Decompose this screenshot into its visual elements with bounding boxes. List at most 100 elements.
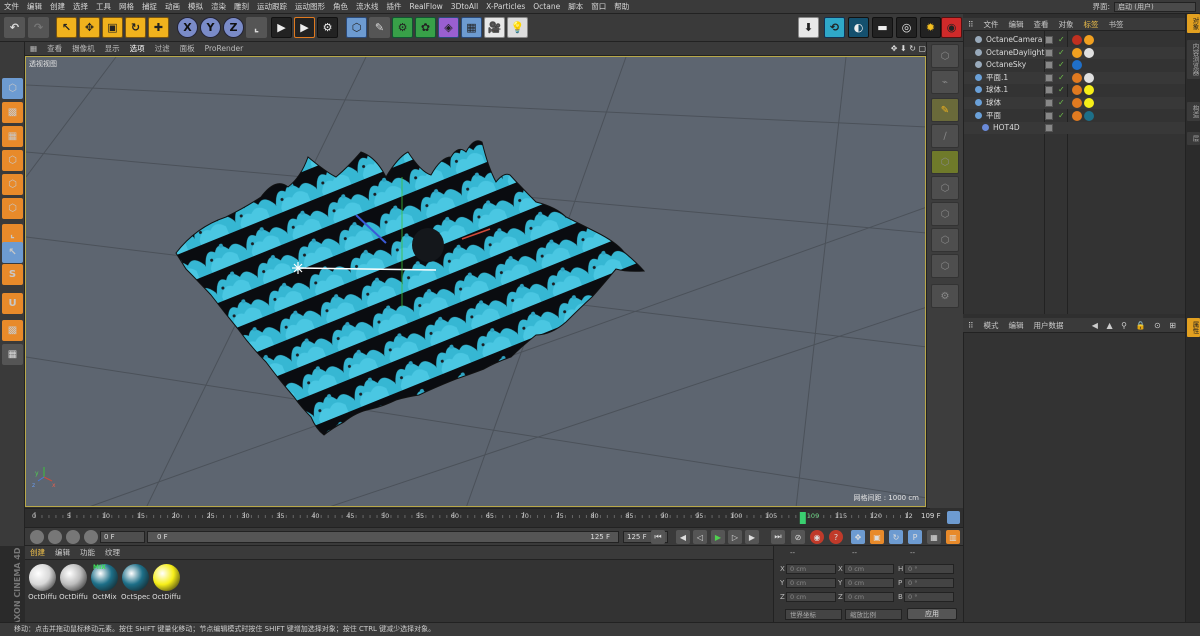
coord-value-field[interactable]: 0 ° [904,592,954,602]
menu-item[interactable]: 雕刻 [230,1,253,12]
octane-sky-icon[interactable]: ◐ [848,17,869,38]
side-tab-lower[interactable]: 属性 [1187,318,1200,337]
coord-value-field[interactable]: 0 cm [844,578,894,588]
material-sphere-icon-2[interactable] [48,530,62,544]
render-view-icon[interactable]: ▶ [271,17,292,38]
undo-icon[interactable]: ↶ [4,17,25,38]
menu-item[interactable]: 选择 [69,1,92,12]
object-tag-icon[interactable] [1072,60,1082,71]
material-swatch[interactable]: OctDiffu [28,564,57,601]
visibility-toggle[interactable] [1045,124,1053,133]
start-frame-field[interactable]: 0 F [100,531,145,543]
visibility-toggle[interactable] [1045,73,1053,82]
texture-mode-icon[interactable]: ▩ [2,102,23,123]
visibility-toggle[interactable] [1045,86,1053,95]
subdivision-icon[interactable]: ⚙ [392,17,413,38]
sphere-object[interactable] [412,228,444,262]
object-tag-icon[interactable] [1084,47,1094,58]
object-tag-icon[interactable] [1072,85,1082,96]
object-row[interactable]: OctaneSky ✓ [964,59,1185,71]
object-row[interactable]: 平面 ✓ [964,110,1185,122]
menu-item[interactable]: 动画 [161,1,184,12]
menu-item[interactable]: X-Particles [482,2,529,11]
goto-start-icon[interactable]: ⏮ [651,530,665,544]
smooth-icon[interactable]: ∕ [931,124,959,148]
menu-item[interactable]: 网格 [115,1,138,12]
object-row[interactable]: OctaneCamera ✓ [964,34,1185,46]
menu-item[interactable]: 捕捉 [138,1,161,12]
menu-item[interactable]: Octane [529,2,564,11]
goto-end-icon[interactable]: ⏭ [771,530,785,544]
enabled-check-icon[interactable]: ✓ [1058,84,1065,96]
polygons-mode-icon[interactable]: ⬡ [2,198,23,219]
brush-icon[interactable]: ⌁ [931,70,959,94]
key-position-icon[interactable]: ✥ [851,530,865,544]
render-picture-viewer-icon[interactable]: ▶ [294,17,315,38]
select-tool-icon[interactable]: ↖ [56,17,77,38]
y-axis-lock-icon[interactable]: Y [200,17,221,38]
enabled-check-icon[interactable]: ✓ [1058,47,1065,59]
side-tab[interactable]: 构造 [1187,102,1200,121]
cube-gray-icon-1[interactable]: ⬡ [931,176,959,200]
object-menu-item[interactable]: 查看 [1029,19,1054,30]
snap-magnet-icon[interactable]: U [2,293,23,314]
object-menu-item[interactable]: 对象 [1054,19,1079,30]
menu-item[interactable]: 3DtoAll [447,2,482,11]
workplane-mode-icon[interactable]: ▦ [2,126,23,147]
record-off-icon[interactable]: ⊘ [791,530,805,544]
viewport-menu-item[interactable]: 过滤 [150,43,175,54]
menu-item[interactable]: 文件 [0,1,23,12]
octane-area-light-icon[interactable]: ▬ [872,17,893,38]
camera-icon[interactable]: 🎥 [484,17,505,38]
coord-value-field[interactable]: 0 cm [786,592,836,602]
viewport-grid-icon[interactable]: ▦ [25,44,42,53]
points-mode-icon[interactable]: ⬡ [2,150,23,171]
add-tool-icon[interactable]: ✚ [148,17,169,38]
object-row[interactable]: HOT4D [964,122,1185,135]
menu-item[interactable]: 流水线 [352,1,383,12]
enabled-check-icon[interactable]: ✓ [1058,97,1065,109]
rotate-tool-icon[interactable]: ↻ [125,17,146,38]
menu-item[interactable]: 帮助 [610,1,633,12]
menu-item[interactable]: 模拟 [184,1,207,12]
enabled-check-icon[interactable]: ✓ [1058,72,1065,84]
preview-range-slider[interactable]: 0 F 125 F [147,531,619,543]
timeline-ruler[interactable]: 0 5 10 15 20 25 30 35 40 45 50 55 60 65 70 75 80 85 90 95 10… [25,508,930,527]
cube-icon[interactable]: ⬡ [346,17,367,38]
object-row[interactable]: 球体 ✓ [964,97,1185,109]
download-icon[interactable]: ⬇ [798,17,819,38]
object-tag-icon[interactable] [1072,98,1082,108]
wrench-icon[interactable]: ⚙ [931,284,959,308]
menu-item[interactable]: 窗口 [587,1,610,12]
object-tag-icon[interactable] [1084,110,1094,121]
object-row[interactable]: 球体.1 ✓ [964,84,1185,96]
coord-value-field[interactable]: 0 cm [844,564,894,574]
timeline-window-icon[interactable]: ▥ [946,530,960,544]
material-swatch[interactable]: OctDiffu [59,564,88,601]
record-icon[interactable]: ◉ [810,530,824,544]
deformer-icon[interactable]: ◈ [438,17,459,38]
octane-camera-icon[interactable]: ◉ [941,17,962,38]
sculpt-icon[interactable]: ⬡ [931,44,959,68]
object-tag-icon[interactable] [1072,110,1082,121]
viewport-nav-icons[interactable]: ✥ ⬇ ↻ ▢ [891,44,930,53]
side-tab[interactable]: 层 [1187,132,1200,145]
menu-item[interactable]: 编辑 [23,1,46,12]
object-name[interactable]: HOT4D [993,122,1020,134]
apply-button[interactable]: 应用 [907,608,957,620]
material-sphere-icon[interactable] [30,530,44,544]
object-tag-icon[interactable] [1084,85,1094,96]
object-name[interactable]: OctaneSky [986,59,1026,71]
attribute-menu-item[interactable]: 编辑 [1004,320,1029,331]
coord-value-field[interactable]: 0 ° [904,578,954,588]
x-axis-lock-icon[interactable]: X [177,17,198,38]
menu-item[interactable]: 运动跟踪 [253,1,291,12]
coord-value-field[interactable]: 0 cm [844,592,894,602]
edges-mode-icon[interactable]: ⬡ [2,174,23,195]
menu-item[interactable]: 角色 [329,1,352,12]
octane-live-viewer-icon[interactable]: ⟲ [824,17,845,38]
key-pla-icon[interactable]: ▦ [927,530,941,544]
grid-workplane-icon[interactable]: ▦ [2,344,23,365]
visibility-toggle[interactable] [1045,111,1053,120]
model-mode-icon[interactable]: ⬡ [2,78,23,99]
